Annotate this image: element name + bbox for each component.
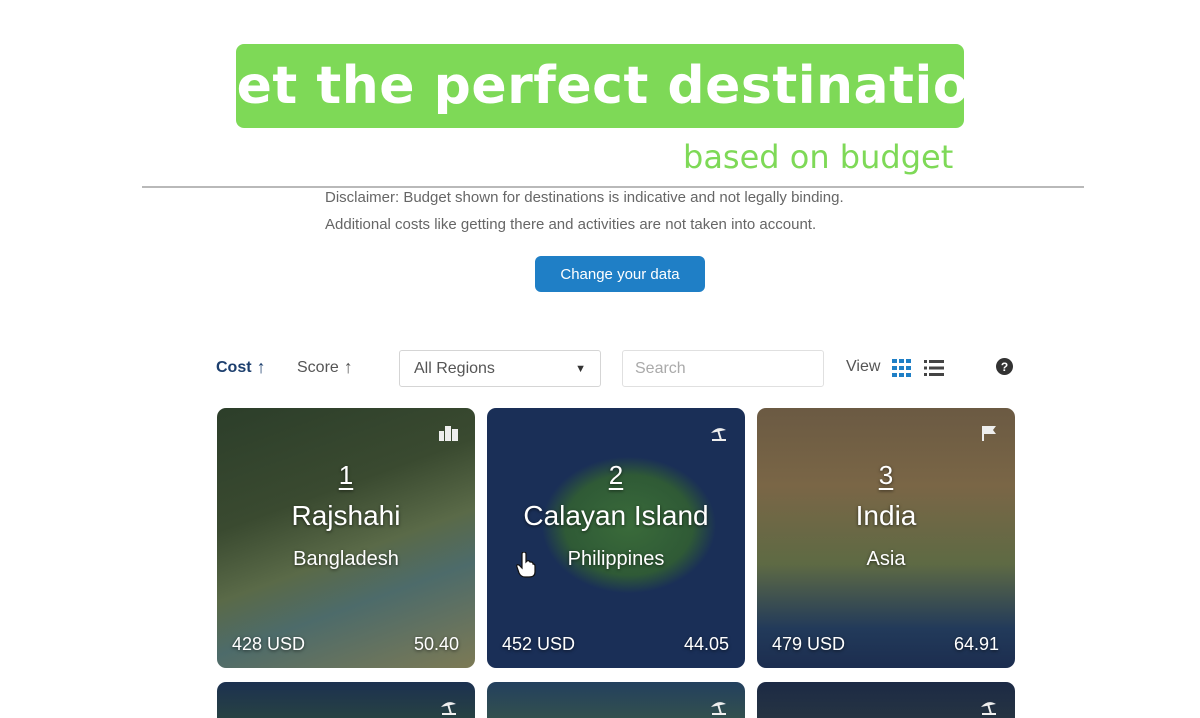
disclaimer-line-1: Disclaimer: Budget shown for destination… bbox=[325, 189, 844, 206]
sort-cost-label: Cost bbox=[216, 358, 252, 376]
card-destination: India bbox=[855, 500, 917, 531]
card-destination: Rajshahi bbox=[291, 500, 401, 531]
list-view-icon[interactable] bbox=[924, 359, 944, 377]
card-score: 64.91 bbox=[953, 634, 999, 654]
region-select[interactable]: All Regions ▼ bbox=[399, 350, 601, 387]
arrow-up-icon: ↑ bbox=[256, 357, 266, 377]
beach-umbrella-icon bbox=[441, 702, 456, 715]
destination-card[interactable] bbox=[487, 682, 745, 718]
sort-score-label: Score bbox=[297, 358, 339, 376]
disclaimer: Disclaimer: Budget shown for destination… bbox=[325, 184, 844, 238]
card-rank: 3 bbox=[878, 460, 894, 490]
hand-cursor-icon bbox=[516, 552, 536, 578]
card-destination: Calayan Island bbox=[523, 500, 709, 531]
disclaimer-line-2: Additional costs like getting there and … bbox=[325, 216, 817, 233]
card-cost: 479 USD bbox=[772, 634, 846, 654]
destination-card[interactable]: 2 Calayan Island Philippines 452 USD 44.… bbox=[487, 408, 745, 668]
sort-by-score[interactable]: Score ↑ bbox=[297, 357, 353, 378]
search-input[interactable] bbox=[622, 350, 824, 387]
card-score: 44.05 bbox=[683, 634, 729, 654]
view-label: View bbox=[846, 358, 881, 375]
destination-card[interactable]: 1 Rajshahi Bangladesh 428 USD 50.40 bbox=[217, 408, 475, 668]
sort-by-cost[interactable]: Cost ↑ bbox=[216, 357, 266, 378]
hero-banner: Get the perfect destination bbox=[193, 44, 1006, 128]
card-cost: 428 USD bbox=[232, 634, 306, 654]
destination-card[interactable] bbox=[757, 682, 1015, 718]
destination-card[interactable] bbox=[217, 682, 475, 718]
change-your-data-button[interactable]: Change your data bbox=[535, 256, 705, 292]
flag-icon bbox=[982, 426, 996, 441]
chevron-down-icon: ▼ bbox=[575, 362, 586, 375]
beach-umbrella-icon bbox=[711, 428, 726, 441]
card-region: Bangladesh bbox=[293, 548, 399, 570]
beach-umbrella-icon bbox=[711, 702, 726, 715]
card-region: Asia bbox=[866, 548, 906, 570]
grid-view-icon[interactable] bbox=[892, 359, 912, 377]
help-icon[interactable]: ? bbox=[996, 358, 1013, 375]
city-icon bbox=[439, 426, 458, 441]
destination-card[interactable]: 3 India Asia 479 USD 64.91 bbox=[757, 408, 1015, 668]
card-cost: 452 USD bbox=[502, 634, 576, 654]
region-select-value: All Regions bbox=[414, 359, 495, 377]
card-rank: 2 bbox=[608, 460, 624, 490]
beach-umbrella-icon bbox=[981, 702, 996, 715]
card-score: 50.40 bbox=[413, 634, 459, 654]
card-rank: 1 bbox=[338, 460, 354, 490]
arrow-up-icon: ↑ bbox=[343, 357, 353, 377]
hero-title: Get the perfect destination bbox=[193, 56, 1007, 116]
hero-subtitle: based on budget bbox=[683, 138, 954, 176]
